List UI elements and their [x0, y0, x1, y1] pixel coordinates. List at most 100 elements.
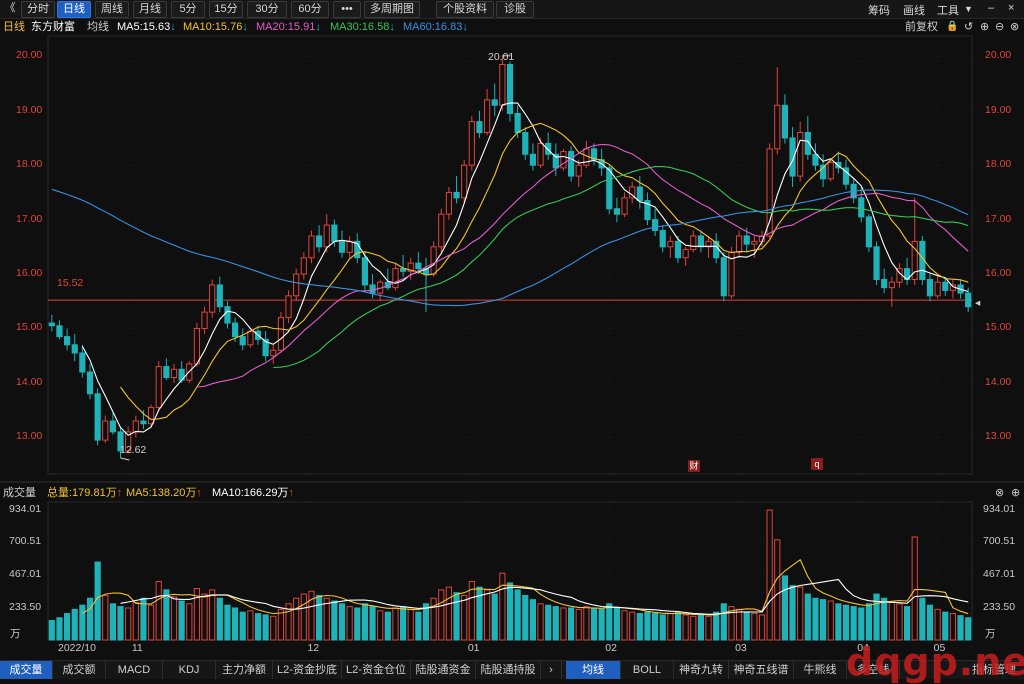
volume-bar: [453, 592, 460, 641]
candle-body: [575, 164, 582, 177]
candle-body: [621, 197, 628, 215]
candle-body: [71, 344, 78, 354]
volume-bar: [598, 608, 605, 641]
volume-bar: [186, 603, 193, 641]
overlay-tab-1[interactable]: BOLL: [621, 661, 674, 679]
volume-bar: [422, 603, 430, 641]
price-tick-left: 15.00: [16, 321, 43, 334]
indicator-tab-7[interactable]: 陆股通资金: [411, 661, 476, 679]
volume-bar: [621, 610, 628, 641]
volume-bar: [140, 597, 147, 641]
candle-body: [774, 104, 781, 150]
earnings-marker[interactable]: 财: [688, 460, 700, 472]
indicator-tab-1[interactable]: 成交额: [53, 661, 106, 679]
volume-tick-left: 934.01: [9, 503, 42, 515]
indicator-tab-5[interactable]: L2-资金抄底: [273, 661, 342, 679]
volume-bar: [827, 600, 834, 641]
date-tick: 11: [131, 642, 143, 654]
candle-body: [140, 420, 147, 425]
volume-bar: [911, 536, 918, 641]
candle-body: [751, 240, 758, 245]
high-annotation: 20.01: [488, 51, 515, 63]
date-tick: 2022/10: [58, 642, 96, 654]
candle-body: [483, 99, 491, 134]
volume-zoom-icon[interactable]: ⊕: [1011, 485, 1020, 501]
volume-ma10: MA10:166.29万↑: [212, 487, 294, 499]
price-tick-left: 18.00: [16, 158, 43, 171]
indicator-tab-4[interactable]: 主力净额: [216, 661, 273, 679]
volume-bar: [606, 603, 613, 641]
kline-chart[interactable]: [0, 0, 1024, 678]
indicator-tab-8[interactable]: 陆股通持股: [476, 661, 541, 679]
volume-bar: [934, 608, 941, 641]
overlay-tab-3[interactable]: 神奇五线谱: [729, 661, 794, 679]
candle-body: [109, 420, 117, 433]
candle-body: [651, 219, 659, 232]
volume-bar: [850, 606, 857, 641]
price-tick-right: 18.00: [985, 158, 1012, 171]
overlay-tab-4[interactable]: 牛熊线: [794, 661, 847, 679]
candle-body: [315, 235, 323, 248]
candle-body: [193, 327, 201, 365]
volume-bar: [430, 597, 437, 641]
indicator-tab-3[interactable]: KDJ: [163, 661, 216, 679]
volume-bar: [529, 599, 537, 641]
volume-bar: [629, 611, 636, 641]
volume-bar: [461, 594, 468, 641]
candle-body: [147, 406, 155, 425]
volume-bar: [613, 607, 621, 641]
volume-unit-label: 万: [985, 628, 996, 640]
candle-body: [881, 278, 888, 289]
candle-body: [170, 368, 178, 378]
candle-body: [476, 121, 483, 134]
volume-bar: [125, 607, 132, 641]
volume-indicator-label: 成交量: [3, 487, 36, 499]
candle-body: [781, 104, 789, 139]
candle-body: [506, 63, 514, 114]
candle-body: [323, 224, 330, 248]
volume-bar: [247, 610, 254, 641]
price-tick-left: 13.00: [16, 430, 43, 443]
indicator-tab-6[interactable]: L2-资金仓位: [342, 661, 411, 679]
price-tick-right: 14.00: [985, 375, 1012, 388]
candle-body: [102, 420, 109, 441]
volume-bar: [392, 607, 399, 641]
volume-bar: [63, 613, 71, 641]
candle-body: [224, 306, 231, 324]
volume-bar: [682, 614, 689, 641]
volume-close-icon[interactable]: ⊗: [995, 485, 1004, 501]
price-tick-left: 17.00: [16, 212, 43, 225]
overlay-tab-2[interactable]: 神奇九转: [674, 661, 729, 679]
volume-tick-left: 700.51: [9, 535, 42, 548]
volume-bar: [109, 603, 117, 641]
candle-body: [873, 246, 880, 280]
volume-bar: [720, 603, 727, 641]
overlay-tab-0[interactable]: 均线: [566, 661, 621, 679]
price-tick-left: 19.00: [16, 103, 43, 116]
candle-body: [697, 235, 705, 248]
candle-body: [461, 164, 468, 199]
volume-bar: [438, 589, 445, 641]
indicator-tab-2[interactable]: MACD: [106, 661, 163, 679]
candle-body: [827, 161, 834, 180]
price-tick-left: 16.00: [16, 267, 43, 280]
volume-bar: [522, 594, 529, 641]
report-marker[interactable]: q: [811, 458, 823, 470]
candle-body: [361, 257, 369, 286]
volume-bar: [514, 589, 521, 641]
indicator-tab-0[interactable]: 成交量: [0, 661, 53, 679]
volume-tick-left: 233.50: [9, 600, 42, 613]
price-tick-right: 16.00: [985, 267, 1012, 280]
current-price-pointer-icon: ◂: [975, 297, 981, 309]
price-tick-left: 20.00: [16, 49, 43, 62]
candle-body: [812, 153, 819, 166]
volume-bar: [965, 617, 972, 641]
candle-body: [690, 235, 697, 251]
chevron-right-icon[interactable]: ›: [541, 661, 562, 679]
date-tick: 01: [467, 642, 480, 654]
candle-body: [453, 191, 460, 199]
volume-bar: [644, 611, 651, 641]
volume-bar: [789, 585, 796, 641]
low-annotation: 12.62: [120, 444, 147, 456]
candle-body: [567, 151, 575, 177]
